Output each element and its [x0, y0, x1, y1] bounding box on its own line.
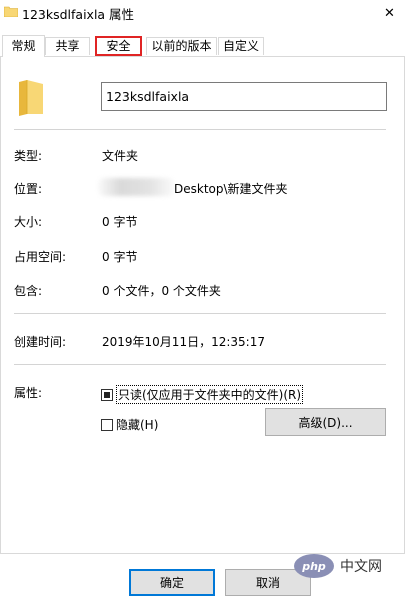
tab-label: 自定义: [222, 39, 259, 53]
ok-button[interactable]: 确定: [129, 569, 215, 596]
folder-name-input[interactable]: [101, 82, 387, 111]
general-tab-panel: [0, 56, 405, 554]
readonly-checkbox-label: 只读(仅应用于文件夹中的文件)(R): [116, 385, 304, 404]
type-label: 类型:: [14, 149, 43, 163]
tab-label: 共享: [55, 39, 80, 53]
tab-label: 常规: [11, 39, 36, 53]
checkbox-box[interactable]: [101, 388, 113, 401]
type-value: 文件夹: [102, 149, 139, 163]
divider: [14, 129, 386, 130]
folder-icon: [4, 6, 18, 17]
divider: [14, 364, 386, 365]
watermark: php 中文网: [294, 552, 402, 580]
tab-label: 以前的版本: [151, 39, 212, 53]
contains-label: 包含:: [14, 284, 43, 298]
tab-previous-versions[interactable]: 以前的版本: [146, 37, 217, 55]
disk-size-value: 0 字节: [102, 250, 138, 264]
tab-security[interactable]: 安全: [95, 36, 142, 56]
folder-icon: [19, 80, 43, 116]
redacted-path: [98, 178, 174, 196]
tab-strip: 常规 共享 安全 以前的版本 自定义: [0, 35, 409, 57]
hidden-checkbox-label: 隐藏(H): [116, 418, 159, 432]
contains-value: 0 个文件，0 个文件夹: [102, 284, 221, 298]
location-value: Desktop\新建文件夹: [174, 182, 288, 196]
created-value: 2019年10月11日，12:35:17: [102, 335, 265, 349]
hidden-checkbox[interactable]: 隐藏(H): [101, 416, 158, 433]
size-label: 大小:: [14, 215, 43, 229]
readonly-checkbox[interactable]: 只读(仅应用于文件夹中的文件)(R): [101, 385, 304, 404]
created-label: 创建时间:: [14, 335, 67, 349]
tab-general[interactable]: 常规: [2, 35, 45, 57]
size-value: 0 字节: [102, 215, 138, 229]
advanced-button[interactable]: 高级(D)...: [265, 408, 386, 436]
close-icon: ✕: [384, 5, 395, 21]
checkbox-box[interactable]: [101, 418, 113, 431]
attributes-label: 属性:: [14, 386, 43, 400]
watermark-text: 中文网: [340, 556, 382, 576]
php-logo: php: [294, 554, 334, 578]
tab-customize[interactable]: 自定义: [218, 37, 264, 55]
close-button[interactable]: ✕: [370, 0, 409, 26]
disk-size-label: 占用空间:: [14, 250, 67, 264]
title-bar[interactable]: 123ksdlfaixla 属性 ✕: [0, 0, 409, 26]
tab-sharing[interactable]: 共享: [45, 37, 90, 55]
window-title: 123ksdlfaixla 属性: [22, 7, 135, 22]
location-label: 位置:: [14, 182, 43, 196]
tab-label: 安全: [106, 39, 131, 53]
properties-window: 123ksdlfaixla 属性 ✕ 常规 共享 安全 以前的版本 自定义 类型…: [0, 0, 409, 598]
divider: [14, 313, 386, 314]
